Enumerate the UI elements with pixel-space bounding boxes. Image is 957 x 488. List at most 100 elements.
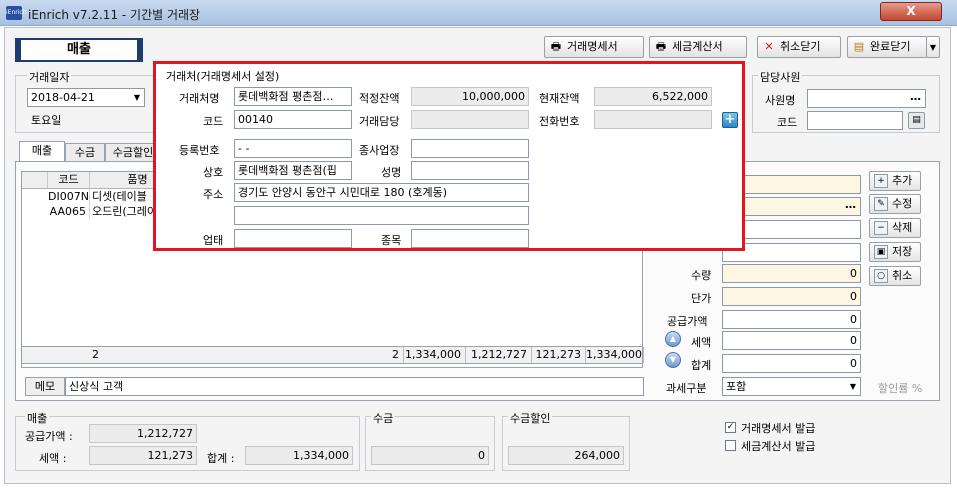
issue-statement-checkbox[interactable]: ✓ bbox=[725, 422, 736, 433]
row-code: DI007N bbox=[48, 189, 90, 204]
issue-statement-label: 거래명세서 발급 bbox=[741, 422, 816, 435]
weekday-text: 토요일 bbox=[31, 114, 62, 127]
staff-group-label: 담당사원 bbox=[758, 69, 803, 85]
footer-qty: 2 bbox=[362, 347, 404, 363]
print-statement-button[interactable]: 🖶 거래명세서 bbox=[544, 36, 644, 58]
summary-vat-label: 세액 : bbox=[39, 452, 67, 465]
partner-code-field[interactable]: 00140 bbox=[234, 110, 352, 129]
summary-supply-label: 공급가액 : bbox=[25, 430, 73, 443]
cancel-label: 취소 bbox=[892, 269, 913, 282]
vat-label: 세액 bbox=[691, 336, 712, 349]
sub-business-label: 종사업장 bbox=[359, 144, 400, 157]
more-dots-icon: … bbox=[845, 198, 856, 211]
business-item-label: 종목 bbox=[381, 234, 402, 247]
cancel-close-button[interactable]: ✕ 취소닫기 bbox=[757, 36, 841, 58]
save-label: 저장 bbox=[892, 245, 913, 258]
delete-button[interactable]: − 삭제 bbox=[869, 218, 921, 238]
document-icon: ▤ bbox=[853, 40, 865, 53]
memo-field[interactable]: 신상식 고객 bbox=[65, 377, 644, 396]
discount-rate-label: 할인률 % bbox=[878, 382, 923, 395]
arrow-up-icon[interactable]: ▲ bbox=[665, 331, 681, 347]
add-button[interactable]: + 추가 bbox=[869, 171, 921, 191]
business-item-field[interactable] bbox=[411, 229, 529, 248]
summary-total-label: 합계 : bbox=[207, 452, 235, 465]
pencil-icon: ✎ bbox=[874, 197, 888, 211]
partner-name-label: 거래처명 bbox=[179, 92, 220, 105]
address-line1-field[interactable]: 경기도 안양시 동안구 시민대로 180 (호계동) bbox=[234, 183, 529, 202]
business-type-label: 업태 bbox=[203, 234, 224, 247]
app-icon: iEnrich bbox=[6, 6, 27, 20]
partner-phone-field bbox=[594, 110, 712, 129]
add-label: 추가 bbox=[892, 174, 913, 187]
edit-label: 수정 bbox=[892, 197, 913, 210]
partner-contact-field bbox=[411, 110, 529, 129]
save-button[interactable]: ▣ 저장 bbox=[869, 242, 921, 262]
add-partner-icon[interactable]: + bbox=[722, 112, 738, 128]
transaction-date-value: 2018-04-21 bbox=[31, 91, 95, 104]
current-balance-field: 6,522,000 bbox=[594, 87, 712, 106]
edit-button[interactable]: ✎ 수정 bbox=[869, 194, 921, 214]
address-line2-field[interactable] bbox=[234, 206, 529, 225]
staff-name-field[interactable]: … bbox=[807, 89, 926, 108]
footer-amount: 1,334,000 bbox=[586, 347, 644, 363]
footer-count: 2 bbox=[92, 348, 99, 361]
transaction-date-picker[interactable]: 2018-04-21 ▼ bbox=[27, 88, 145, 107]
tab-sales[interactable]: 매출 bbox=[19, 141, 65, 162]
vat-field[interactable]: 0 bbox=[722, 331, 861, 350]
total-field[interactable]: 0 bbox=[722, 354, 861, 373]
trade-name-label: 상호 bbox=[203, 166, 224, 179]
chevron-down-icon: ▼ bbox=[133, 93, 140, 102]
rep-name-label: 성명 bbox=[381, 166, 402, 179]
staff-code-label: 코드 bbox=[777, 116, 798, 129]
sub-business-field[interactable] bbox=[411, 139, 529, 158]
cancel-button[interactable]: ○ 취소 bbox=[869, 266, 921, 286]
trash-icon: − bbox=[874, 221, 888, 235]
delete-label: 삭제 bbox=[892, 221, 913, 234]
sales-summary-label: 매출 bbox=[25, 410, 50, 426]
more-dots-icon: … bbox=[910, 90, 921, 103]
partner-code-label: 코드 bbox=[203, 115, 224, 128]
printer-icon: 🖶 bbox=[655, 40, 667, 53]
qty-label: 수량 bbox=[691, 269, 712, 282]
supply-amount-field[interactable]: 0 bbox=[722, 310, 861, 329]
issue-tax-invoice-label: 세금계산서 발급 bbox=[741, 440, 816, 453]
tax-type-value: 포함 bbox=[726, 380, 747, 393]
grid-corner bbox=[22, 172, 48, 189]
unit-price-label: 단가 bbox=[691, 292, 712, 305]
arrow-down-icon[interactable]: ▼ bbox=[665, 352, 681, 368]
reg-no-field[interactable]: - - bbox=[234, 139, 352, 158]
staff-code-field[interactable] bbox=[807, 111, 903, 130]
tax-type-label: 과세구분 bbox=[666, 382, 707, 395]
tab-collection[interactable]: 수금 bbox=[65, 143, 105, 163]
proper-balance-field: 10,000,000 bbox=[411, 87, 529, 106]
done-close-dropdown[interactable]: ▼ bbox=[926, 36, 940, 58]
print-tax-invoice-button[interactable]: 🖶 세금계산서 bbox=[649, 36, 747, 58]
memo-label: 메모 bbox=[25, 377, 65, 396]
grid-footer: 2 2 1,334,000 1,212,727 121,273 1,334,00… bbox=[21, 346, 644, 364]
staff-lookup-icon[interactable]: ▤ bbox=[908, 112, 925, 129]
collection-discount-value: 264,000 bbox=[508, 446, 624, 465]
done-close-button[interactable]: ▤ 완료닫기 bbox=[847, 36, 927, 58]
partner-phone-label: 전화번호 bbox=[539, 115, 580, 128]
grid-header-code[interactable]: 코드 bbox=[48, 172, 90, 189]
trade-name-field[interactable]: 롯데백화점 평촌점(핍 bbox=[234, 161, 352, 180]
window-close-button[interactable]: X bbox=[880, 2, 942, 21]
supply-amount-label: 공급가액 bbox=[667, 315, 708, 328]
tax-type-select[interactable]: 포함 ▼ bbox=[722, 377, 861, 396]
partner-name-field[interactable]: 롯데백화점 평촌점… bbox=[234, 87, 352, 106]
print-statement-label: 거래명세서 bbox=[567, 40, 618, 53]
qty-field[interactable]: 0 bbox=[722, 264, 861, 283]
footer-total: 1,334,000 bbox=[404, 347, 466, 363]
mode-label: 매출 bbox=[15, 38, 143, 62]
issue-tax-invoice-checkbox[interactable] bbox=[725, 440, 736, 451]
triangle-down-icon: ▼ bbox=[929, 43, 937, 52]
unit-price-field[interactable]: 0 bbox=[722, 287, 861, 306]
collection-discount-label: 수금할인 bbox=[508, 410, 553, 426]
business-type-field[interactable] bbox=[234, 229, 352, 248]
close-x-icon: ✕ bbox=[764, 40, 774, 53]
cancel-close-label: 취소닫기 bbox=[780, 40, 821, 53]
rep-name-field[interactable] bbox=[411, 161, 529, 180]
cancel-icon: ○ bbox=[874, 269, 888, 283]
print-tax-invoice-label: 세금계산서 bbox=[672, 40, 723, 53]
summary-supply-value: 1,212,727 bbox=[89, 424, 197, 443]
